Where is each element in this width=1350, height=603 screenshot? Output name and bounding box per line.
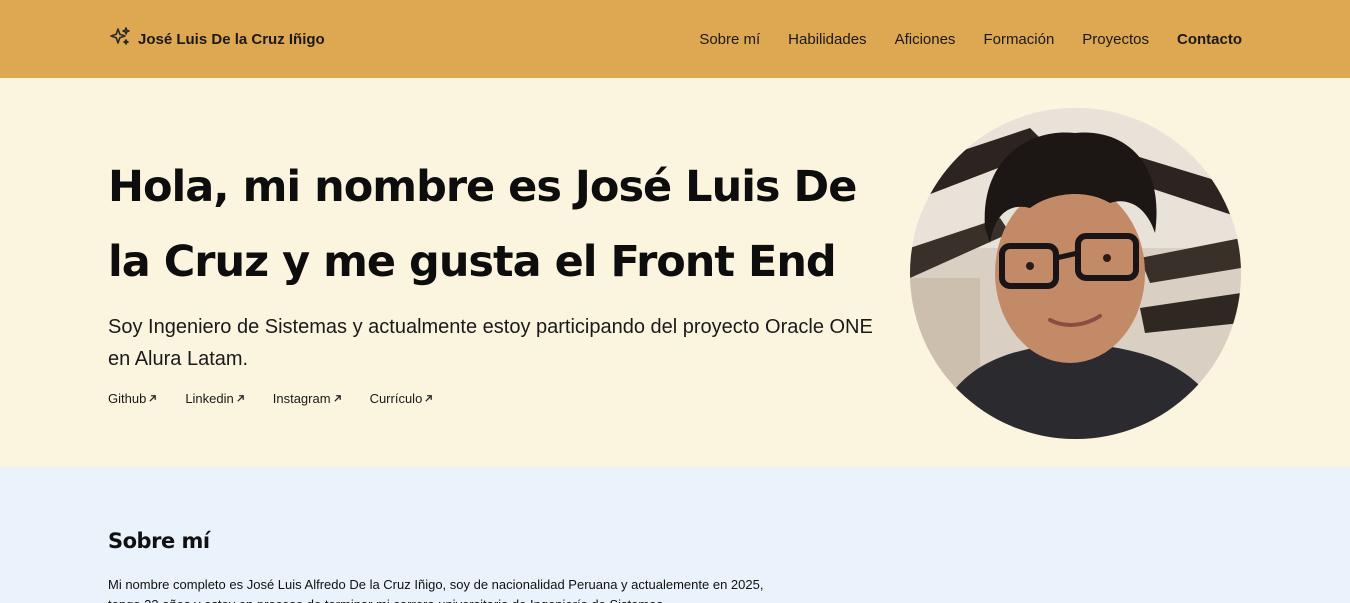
main-nav: Sobre mí Habilidades Aficiones Formación… [699, 31, 1242, 48]
instagram-link[interactable]: Instagram [273, 391, 342, 406]
about-section: Sobre mí Mi nombre completo es José Luis… [0, 467, 1350, 603]
github-link-label: Github [108, 391, 147, 406]
curriculo-link-label: Currículo [369, 391, 423, 406]
brand[interactable]: José Luis De la Cruz Iñigo [108, 25, 325, 53]
arrow-up-right-icon [236, 391, 245, 406]
nav-proyectos[interactable]: Proyectos [1082, 31, 1149, 48]
profile-photo [910, 108, 1241, 439]
nav-formacion[interactable]: Formación [983, 31, 1054, 48]
linkedin-link[interactable]: Linkedin [185, 391, 244, 406]
brand-name: José Luis De la Cruz Iñigo [138, 30, 325, 48]
arrow-up-right-icon [333, 391, 342, 406]
nav-aficiones[interactable]: Aficiones [895, 31, 956, 48]
curriculo-link[interactable]: Currículo [370, 391, 434, 406]
hero-section: Hola, mi nombre es José Luis De la Cruz … [0, 78, 1350, 467]
nav-sobre-mi[interactable]: Sobre mí [699, 31, 760, 48]
social-links: Github Linkedin Instagram Currículo [108, 391, 433, 406]
github-link[interactable]: Github [108, 391, 157, 406]
about-text: Mi nombre completo es José Luis Alfredo … [108, 577, 764, 603]
sparkles-icon [108, 25, 132, 53]
nav-habilidades[interactable]: Habilidades [788, 31, 866, 48]
site-header: José Luis De la Cruz Iñigo Sobre mí Habi… [0, 0, 1350, 78]
nav-contacto[interactable]: Contacto [1177, 31, 1242, 48]
about-heading: Sobre mí [108, 529, 210, 553]
arrow-up-right-icon [148, 391, 157, 406]
hero-lead: Soy Ingeniero de Sistemas y actualmente … [108, 316, 873, 370]
instagram-link-label: Instagram [272, 391, 331, 406]
linkedin-link-label: Linkedin [185, 391, 234, 406]
hero-title: Hola, mi nombre es José Luis De la Cruz … [108, 162, 857, 287]
arrow-up-right-icon [424, 391, 433, 406]
